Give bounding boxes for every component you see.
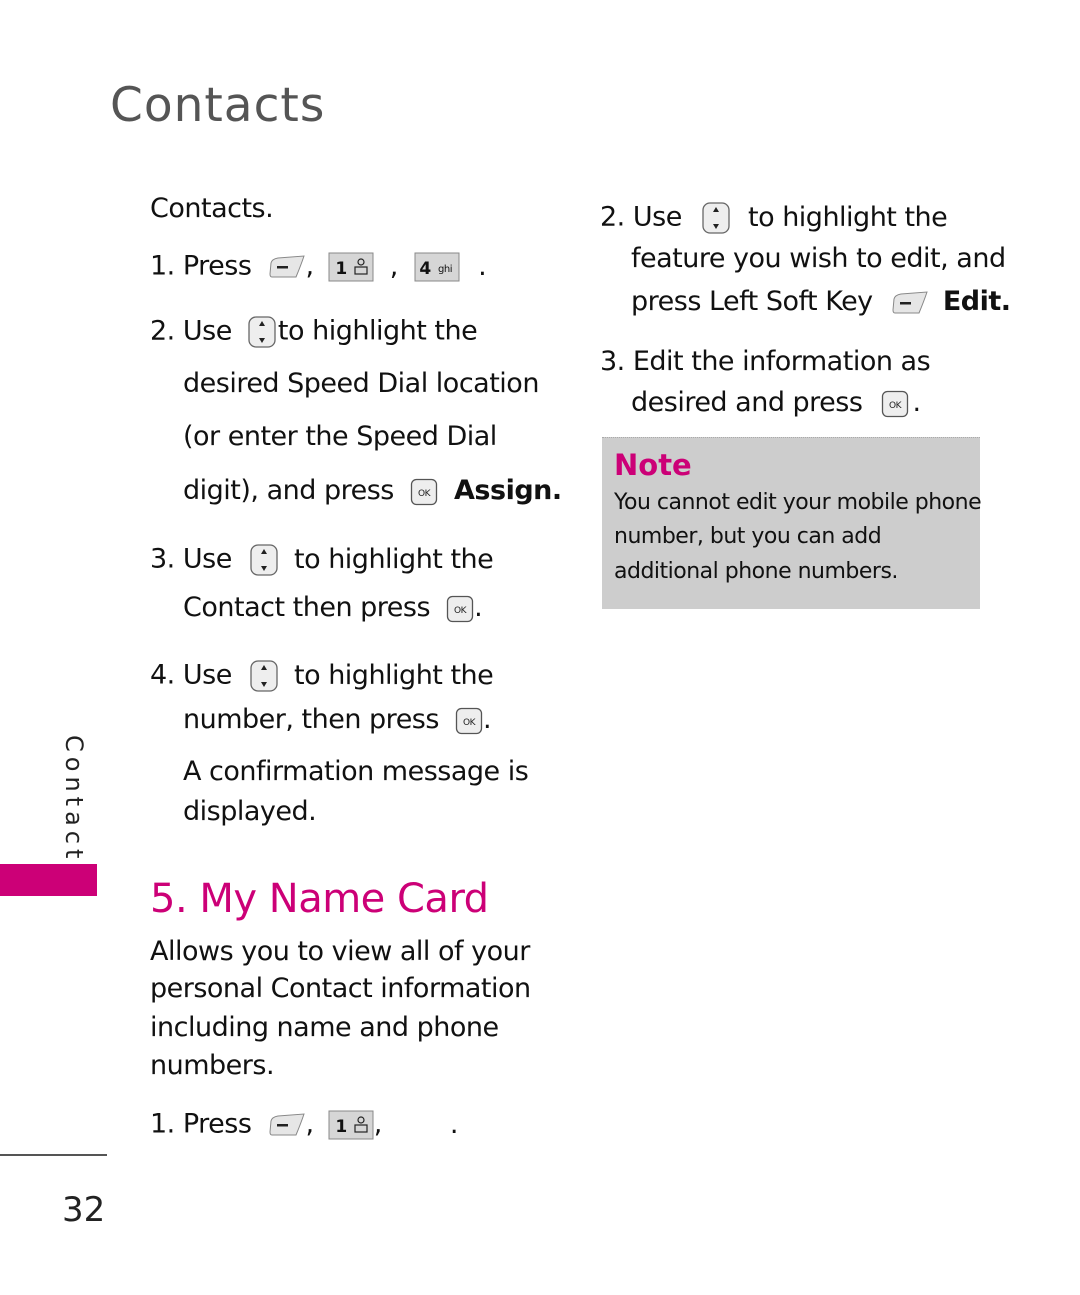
step-text: Use [182,659,232,691]
right-step-2-line: press Left Soft Key Edit. [631,288,1011,315]
footer-rule [0,1154,107,1156]
section-heading: 5. My Name Card [150,876,489,922]
note-title: Note [614,448,692,482]
note-box: Note You cannot edit your mobile phone n… [602,437,982,609]
note-line: additional phone numbers. [614,559,898,584]
right-step-3: 3. Edit the information as [600,346,931,377]
step-2-line: desired Speed Dial location [183,368,539,399]
nav-key-icon [248,660,280,692]
note-line: You cannot edit your mobile phone [614,490,982,515]
step-text: to highlight the [277,315,478,347]
section-description-line: numbers. [150,1050,275,1081]
note-line: number, but you can add [614,524,882,549]
step-3: 3. Use to highlight the [150,543,494,576]
step-text: Use [182,543,232,575]
ok-key-icon [410,478,438,506]
step-number: 4. [150,659,175,691]
step-text: Press [182,250,252,282]
step-number: 2. [600,201,625,233]
action-label: Edit. [942,286,1011,317]
step-number: 3. [600,346,625,377]
step-3-line: Contact then press . [183,592,483,623]
step-text: Use [182,315,232,347]
separator: . [912,387,922,418]
side-tab-label: Contacts [60,735,88,881]
page-title: Contacts [110,78,326,133]
one-key-icon [328,252,374,282]
separator: , [373,1108,383,1140]
right-step-2: 2. Use to highlight the [600,201,948,234]
step-text: Edit the information as [632,346,931,377]
step-number: 1. [150,1108,175,1140]
step-text: digit), and press [183,475,394,506]
step-text: to highlight the [748,201,948,233]
separator: , [305,250,315,282]
separator: , [389,250,399,282]
step-number: 2. [150,315,175,347]
step-text: to highlight the [294,543,494,575]
step-2-line: digit), and press Assign. [183,477,562,506]
nav-key-icon [246,316,278,348]
action-label: Assign. [454,475,562,506]
side-tab-marker [0,864,97,896]
separator: . [483,704,492,735]
section-description-line: Allows you to view all of your [150,936,530,967]
section-description-line: personal Contact information [150,973,531,1004]
section-description-line: including name and phone [150,1012,499,1043]
step-number: 3. [150,543,175,575]
confirmation-line: A confirmation message is [183,756,529,787]
step-2: 2. Use to highlight the [150,315,478,348]
step-number: 1. [150,250,175,282]
one-key-icon [328,1110,374,1140]
right-step-2-line: feature you wish to edit, and [631,243,1006,274]
step-text: Press [182,1108,252,1140]
step-text: press Left Soft Key [631,286,873,317]
ok-key-icon [446,595,474,623]
step-text: Use [632,201,682,233]
confirmation-line: displayed. [183,796,317,827]
step-1: 1. Press , , . [150,250,487,282]
step-text: to highlight the [294,659,494,691]
separator: . [474,592,483,623]
step-4-line: number, then press . [183,704,492,735]
step-2-line: (or enter the Speed Dial [183,421,497,452]
separator: . [478,250,487,282]
separator: , [305,1108,315,1140]
step-4: 4. Use to highlight the [150,659,494,692]
right-step-3-line: desired and press . [631,389,921,418]
ok-key-icon [455,707,483,735]
separator: . [449,1108,459,1140]
intro-text: Contacts. [150,193,274,224]
four-key-icon [414,252,460,282]
step-text: Contact then press [183,592,431,623]
ok-key-icon [881,390,909,418]
left-soft-key-icon [268,1113,306,1137]
step-text: desired and press [631,387,863,418]
left-soft-key-icon [268,255,306,279]
nav-key-icon [248,544,280,576]
nav-key-icon [700,202,732,234]
page-number: 32 [62,1190,106,1230]
left-soft-key-icon [891,291,929,315]
step-text: number, then press [183,704,439,735]
section-step-1: 1. Press , , . [150,1110,458,1140]
